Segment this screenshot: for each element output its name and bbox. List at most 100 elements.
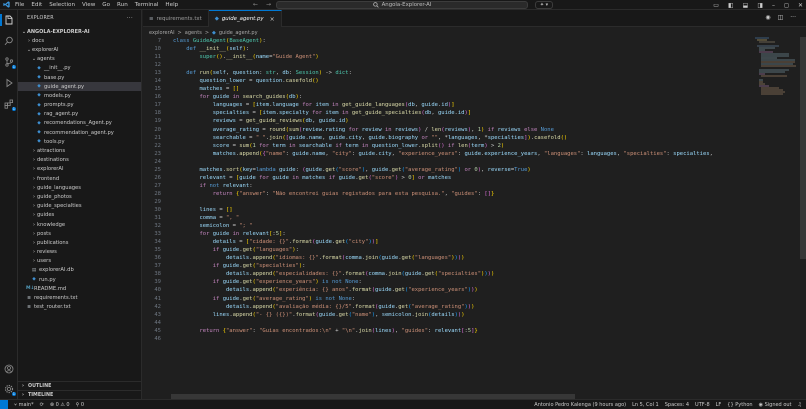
split-editor-icon[interactable]: ◫ bbox=[778, 14, 784, 21]
tree-folder[interactable]: › destinations bbox=[18, 156, 141, 165]
code-line[interactable]: 25 matches.sort(key=lambda guide: (guide… bbox=[143, 166, 806, 174]
back-arrow-icon[interactable]: ← bbox=[253, 1, 258, 8]
command-center-search[interactable]: Angola-Explorer-AI bbox=[276, 1, 528, 9]
menu-file[interactable]: File bbox=[15, 2, 24, 8]
code-line[interactable]: 28 return {"answer": "Não encontrei guia… bbox=[143, 190, 806, 198]
tree-folder[interactable]: › users bbox=[18, 257, 141, 266]
extensions-icon[interactable]: 1 bbox=[3, 98, 16, 111]
code-line[interactable]: 29 bbox=[143, 198, 806, 206]
run-debug-icon[interactable] bbox=[3, 77, 15, 89]
menu-run[interactable]: Run bbox=[117, 2, 128, 8]
menu-terminal[interactable]: Terminal bbox=[135, 2, 159, 8]
menu-selection[interactable]: Selection bbox=[49, 2, 75, 8]
remote-indicator[interactable] bbox=[0, 399, 8, 409]
tree-folder[interactable]: › docs bbox=[18, 36, 141, 45]
tree-folder[interactable]: › posts bbox=[18, 229, 141, 238]
layout-toggle-icon[interactable]: ▭ bbox=[713, 2, 719, 9]
code-line[interactable]: 34 details = ["cidade: {}".format(guide.… bbox=[143, 238, 806, 246]
code-line[interactable]: 46 bbox=[143, 335, 806, 343]
close-tab-icon[interactable]: × bbox=[270, 16, 275, 23]
tree-folder[interactable]: › guide_photos bbox=[18, 192, 141, 201]
sync-icon[interactable]: ⟳ bbox=[40, 402, 44, 408]
code-line[interactable]: 33 for guide in relevant[:5]: bbox=[143, 230, 806, 238]
code-line[interactable]: 12 bbox=[143, 61, 806, 69]
code-line[interactable]: 11 super().__init__(name="Guide Agent") bbox=[143, 53, 806, 61]
tree-file[interactable]: ▤ explorerAI.db bbox=[18, 266, 141, 275]
notifications-bell-icon[interactable]: ♫ bbox=[798, 402, 802, 408]
encoding[interactable]: UTF-8 bbox=[695, 402, 710, 408]
code-line[interactable]: 7 class GuideAgent(BaseAgent): bbox=[143, 37, 806, 45]
tree-folder[interactable]: › frontend bbox=[18, 174, 141, 183]
toggle-secondary-sidebar-icon[interactable]: ◨ bbox=[757, 2, 763, 9]
tree-file[interactable]: ◆ recomendations_Agent.py bbox=[18, 119, 141, 128]
code-line[interactable]: 27 if not relevant: bbox=[143, 182, 806, 190]
tree-file[interactable]: ◆ recommendation_agent.py bbox=[18, 128, 141, 137]
tree-file[interactable]: ◆ tools.py bbox=[18, 137, 141, 146]
breadcrumb-item[interactable]: agents bbox=[185, 30, 202, 36]
tree-folder[interactable]: › explorerAI bbox=[18, 165, 141, 174]
more-actions-icon[interactable]: ··· bbox=[127, 15, 133, 22]
tree-folder[interactable]: › publications bbox=[18, 238, 141, 247]
branch-indicator[interactable]: ⑂ main* bbox=[14, 402, 34, 408]
tree-file[interactable]: ◆ models.py bbox=[18, 91, 141, 100]
code-line[interactable]: 20 average_rating = round(sum(review.rat… bbox=[143, 126, 806, 134]
code-line[interactable]: 35 if guide.get("languages"): bbox=[143, 246, 806, 254]
tree-folder[interactable]: › guide_languages bbox=[18, 183, 141, 192]
code-line[interactable]: 41 if guide.get("average_rating") is not… bbox=[143, 295, 806, 303]
ports-indicator[interactable]: ⚲ 0 bbox=[76, 402, 84, 408]
code-line[interactable]: 26 relevant = [guide for guide in matche… bbox=[143, 174, 806, 182]
menu-edit[interactable]: Edit bbox=[31, 2, 42, 8]
tree-file[interactable]: M↓ README.md bbox=[18, 284, 141, 293]
code-editor[interactable]: 7 class GuideAgent(BaseAgent): 10 def __in… bbox=[143, 37, 806, 343]
tree-file[interactable]: ◆ __init__.py bbox=[18, 64, 141, 73]
minimize-icon[interactable]: – bbox=[772, 2, 775, 9]
code-line[interactable]: 24 bbox=[143, 158, 806, 166]
code-line[interactable]: 15 matches = [] bbox=[143, 85, 806, 93]
code-line[interactable]: 37 if guide.get("specialties"): bbox=[143, 262, 806, 270]
outline-section[interactable]: › OUTLINE bbox=[18, 381, 142, 390]
timeline-section[interactable]: › TIMELINE bbox=[18, 390, 142, 399]
code-line[interactable]: 13 def run(self, question: str, db: Sess… bbox=[143, 69, 806, 77]
toggle-sidebar-icon[interactable]: ◧ bbox=[728, 2, 734, 9]
tree-folder[interactable]: › reviews bbox=[18, 248, 141, 257]
code-line[interactable]: 22 score = sum(1 for term in searchable … bbox=[143, 142, 806, 150]
menu-go[interactable]: Go bbox=[102, 2, 110, 8]
code-line[interactable]: 42 details.append("avaliação média: {}/5… bbox=[143, 303, 806, 311]
tree-file[interactable]: ◆ base.py bbox=[18, 73, 141, 82]
menu-view[interactable]: View bbox=[82, 2, 95, 8]
breadcrumb-item[interactable]: guide_agent.py bbox=[219, 30, 258, 36]
code-line[interactable]: 31 comma = ", " bbox=[143, 214, 806, 222]
code-line[interactable]: 44 bbox=[143, 319, 806, 327]
code-line[interactable]: 38 details.append("especialidades: {}".f… bbox=[143, 270, 806, 278]
search-view-icon[interactable] bbox=[3, 35, 15, 47]
code-line[interactable]: 10 def __init__(self): bbox=[143, 45, 806, 53]
code-line[interactable]: 43 lines.append("- {} ({})".format(guide… bbox=[143, 311, 806, 319]
copilot-status[interactable]: ◉ Signed out bbox=[759, 402, 792, 408]
copilot-button[interactable]: ✦ ▾ bbox=[535, 1, 553, 9]
manage-gear-icon[interactable]: 1 bbox=[3, 383, 16, 396]
code-line[interactable]: 36 details.append("idiomas: {}".format(c… bbox=[143, 254, 806, 262]
tree-file[interactable]: ◆ run.py bbox=[18, 275, 141, 284]
workspace-root[interactable]: ⌄ ANGOLA-EXPLORER-AI bbox=[18, 27, 141, 36]
code-line[interactable]: 19 reviews = get_guide_reviews(db, guide… bbox=[143, 117, 806, 125]
code-line[interactable]: 40 details.append("experiência: {} anos"… bbox=[143, 286, 806, 294]
code-line[interactable]: 17 languages = [item.language for item i… bbox=[143, 101, 806, 109]
code-line[interactable]: 16 for guide in search_guides(db): bbox=[143, 93, 806, 101]
git-blame[interactable]: Antonio Pedro Kalenga (9 hours ago) bbox=[534, 402, 626, 408]
breadcrumb-item[interactable]: explorerAI bbox=[149, 30, 175, 36]
code-line[interactable]: 23 matches.append({"name": guide.name, "… bbox=[143, 150, 806, 158]
explorer-icon[interactable] bbox=[0, 14, 15, 26]
tree-file[interactable]: ◆ prompts.py bbox=[18, 101, 141, 110]
end-of-line[interactable]: LF bbox=[716, 402, 722, 408]
tree-folder[interactable]: › knowledge bbox=[18, 220, 141, 229]
forward-arrow-icon[interactable]: → bbox=[266, 1, 271, 8]
code-line[interactable]: 39 if guide.get("experience_years") is n… bbox=[143, 278, 806, 286]
tree-folder[interactable]: › guides bbox=[18, 211, 141, 220]
tree-folder[interactable]: ⌄ agents bbox=[18, 55, 141, 64]
maximize-icon[interactable]: ◻ bbox=[784, 2, 789, 9]
tree-folder[interactable]: ⌄ explorerAI bbox=[18, 45, 141, 54]
tree-folder[interactable]: › attractions bbox=[18, 146, 141, 155]
copilot-icon[interactable]: ◉ bbox=[765, 14, 770, 21]
language-mode[interactable]: {} Python bbox=[727, 402, 752, 408]
account-icon[interactable] bbox=[3, 363, 15, 375]
